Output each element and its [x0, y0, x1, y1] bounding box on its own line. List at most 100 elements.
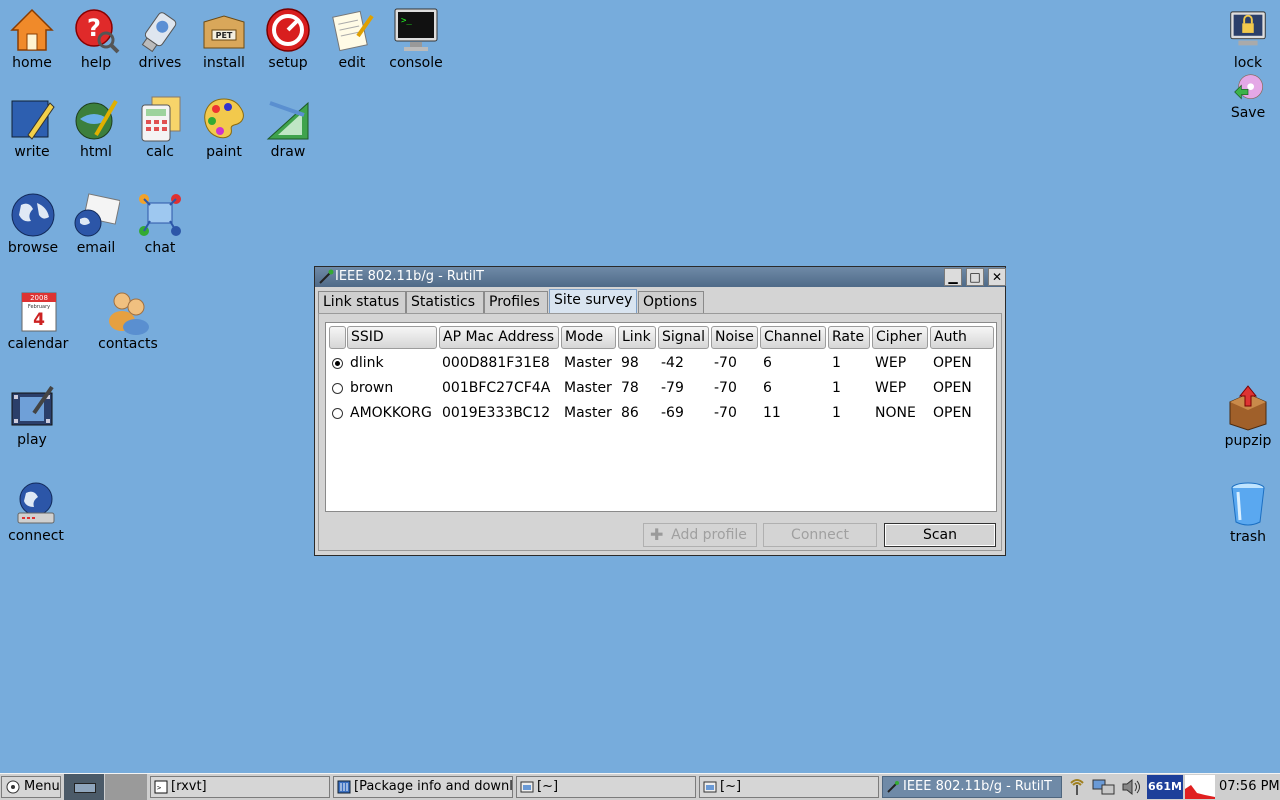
network-list[interactable]: SSID AP Mac Address Mode Link Signal Noi…: [325, 322, 997, 512]
calendar-icon: 2008 February 4: [21, 292, 57, 332]
column-header-link[interactable]: Link: [618, 326, 656, 349]
desktop-pager-2[interactable]: [105, 774, 147, 800]
save-disc-icon: [1234, 74, 1263, 100]
column-header-channel[interactable]: Channel: [760, 326, 826, 349]
column-header-select[interactable]: [329, 326, 346, 349]
cell-rate: 1: [832, 355, 841, 371]
task-label: [~]: [537, 779, 559, 794]
pager-window-thumb: [74, 783, 96, 793]
desktop-icon-calendar[interactable]: 2008 February 4 calendar: [0, 287, 76, 352]
wireless-tool-icon: [887, 781, 899, 793]
cell-auth: OPEN: [933, 405, 972, 421]
minimize-button[interactable]: ▁: [944, 268, 962, 286]
draw-icon: [266, 101, 309, 140]
package-icon: PET: [203, 15, 245, 49]
memory-monitor[interactable]: 661M: [1147, 775, 1183, 799]
desktop-icon-pupzip[interactable]: pupzip: [1210, 384, 1280, 449]
cell-link: 98: [621, 355, 639, 371]
desktop-pager-1[interactable]: [64, 774, 104, 800]
help-icon: ?: [75, 9, 120, 54]
cell-mode: Master: [564, 355, 612, 371]
cell-cipher: WEP: [875, 355, 907, 371]
cpu-monitor-graph[interactable]: [1185, 775, 1215, 799]
network-tray-icon[interactable]: [1092, 778, 1116, 796]
row-radio[interactable]: [332, 383, 343, 394]
desktop-label: console: [389, 55, 443, 71]
column-header-cipher[interactable]: Cipher: [872, 326, 928, 349]
column-header-ssid[interactable]: SSID: [347, 326, 437, 349]
column-header-mac[interactable]: AP Mac Address: [439, 326, 559, 349]
desktop-label: Save: [1230, 105, 1266, 121]
desktop-icon-contacts[interactable]: contacts: [90, 287, 166, 352]
desktop-icon-draw[interactable]: draw: [250, 95, 326, 160]
desktop-icon-connect[interactable]: connect: [0, 479, 74, 544]
tab-statistics[interactable]: Statistics: [406, 291, 484, 313]
site-survey-panel: SSID AP Mac Address Mode Link Signal Noi…: [318, 313, 1002, 551]
lock-icon: [1230, 11, 1266, 46]
column-header-rate[interactable]: Rate: [828, 326, 870, 349]
connect-button[interactable]: Connect: [763, 523, 877, 547]
wifi-tray-icon[interactable]: [1068, 778, 1086, 796]
palette-icon: [204, 98, 244, 139]
terminal-icon: >: [154, 780, 168, 794]
tab-link-status[interactable]: Link status: [318, 291, 406, 313]
archive-icon: [1229, 385, 1267, 431]
task-rutilt[interactable]: IEEE 802.11b/g - RutilT: [882, 776, 1062, 798]
notepad-icon: [332, 10, 374, 52]
email-icon: [74, 193, 120, 237]
home-icon: [10, 8, 54, 51]
clock[interactable]: 07:56 PM: [1219, 774, 1280, 800]
cell-signal: -42: [661, 355, 684, 371]
calculator-icon: [141, 96, 181, 142]
desktop-label: draw: [270, 144, 306, 160]
maximize-button[interactable]: □: [966, 268, 984, 286]
task-label: IEEE 802.11b/g - RutilT: [903, 779, 1052, 794]
desktop-icon-trash[interactable]: trash: [1210, 480, 1280, 545]
column-header-noise[interactable]: Noise: [711, 326, 758, 349]
svg-text:>_: >_: [401, 16, 412, 26]
column-header-signal[interactable]: Signal: [658, 326, 709, 349]
task-filer-2[interactable]: [~]: [699, 776, 879, 798]
desktop-icon-play[interactable]: play: [0, 383, 70, 448]
svg-text:>: >: [157, 784, 161, 792]
close-button[interactable]: ✕: [988, 268, 1006, 286]
cell-rate: 1: [832, 380, 841, 396]
row-radio[interactable]: [332, 408, 343, 419]
task-rxvt[interactable]: > [rxvt]: [150, 776, 330, 798]
scan-button[interactable]: Scan: [884, 523, 996, 547]
desktop-icon-chat[interactable]: chat: [122, 191, 198, 256]
add-profile-button[interactable]: ✚ Add profile: [643, 523, 757, 547]
table-row[interactable]: brown 001BFC27CF4A Master 78 -79 -70 6 1…: [326, 376, 996, 401]
tab-site-survey[interactable]: Site survey: [549, 289, 637, 314]
tab-options[interactable]: Options: [638, 291, 704, 313]
desktop-icon-console[interactable]: >_ console: [378, 6, 454, 71]
desktop-icon-lock[interactable]: lock: [1210, 8, 1280, 71]
cell-channel: 11: [763, 405, 781, 421]
cell-noise: -70: [714, 405, 737, 421]
task-label: [rxvt]: [171, 779, 207, 794]
cell-mac: 001BFC27CF4A: [442, 380, 551, 396]
desktop-icon-save[interactable]: Save: [1210, 72, 1280, 121]
table-row[interactable]: AMOKKORG 0019E333BC12 Master 86 -69 -70 …: [326, 401, 996, 426]
cell-noise: -70: [714, 355, 737, 371]
table-row[interactable]: dlink 000D881F31E8 Master 98 -42 -70 6 1…: [326, 351, 996, 376]
tab-profiles[interactable]: Profiles: [484, 291, 548, 313]
document-icon: [337, 780, 351, 794]
task-label: [~]: [720, 779, 742, 794]
minimize-icon: ▁: [948, 270, 958, 284]
volume-tray-icon[interactable]: [1121, 778, 1143, 796]
cell-auth: OPEN: [933, 355, 972, 371]
terminal-icon: >_: [394, 8, 438, 51]
window-titlebar[interactable]: IEEE 802.11b/g - RutilT ▁ □ ✕: [315, 267, 1006, 287]
start-menu-button[interactable]: Menu: [1, 776, 61, 798]
task-filer-1[interactable]: [~]: [516, 776, 696, 798]
task-package-info[interactable]: [Package info and downl: [333, 776, 513, 798]
usb-drive-icon: [141, 12, 177, 53]
cell-channel: 6: [763, 380, 772, 396]
cell-mode: Master: [564, 405, 612, 421]
cell-cipher: NONE: [875, 405, 916, 421]
column-header-mode[interactable]: Mode: [561, 326, 616, 349]
cell-signal: -79: [661, 380, 684, 396]
row-radio[interactable]: [332, 358, 343, 369]
column-header-auth[interactable]: Auth: [930, 326, 994, 349]
